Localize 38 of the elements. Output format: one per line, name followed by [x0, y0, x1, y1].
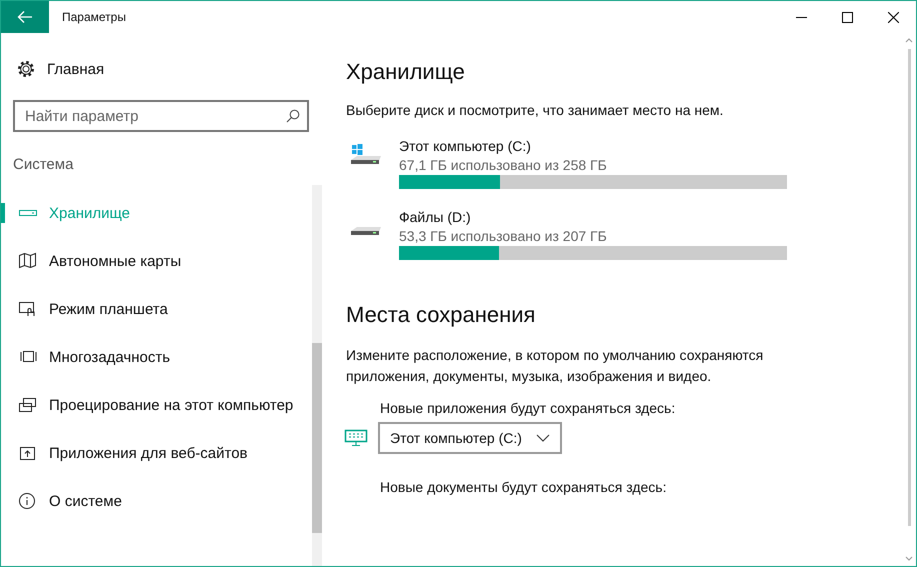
chevron-down-icon — [536, 434, 550, 442]
minimize-icon — [796, 16, 806, 18]
drive-usage: 53,3 ГБ использовано из 207 ГБ — [399, 228, 607, 244]
nav-item[interactable]: Приложения для веб-сайтов — [1, 429, 312, 477]
monitor-icon — [344, 429, 368, 447]
section-heading: Места сохранения — [346, 302, 536, 328]
maximize-icon — [842, 12, 852, 22]
nav-item[interactable]: Режим планшета — [1, 285, 312, 333]
gear-icon — [17, 60, 35, 78]
monitor-icon — [18, 396, 38, 414]
map-icon — [18, 252, 38, 270]
home-link[interactable]: Главная — [17, 60, 331, 78]
drive-name[interactable]: Этот компьютер (C:) — [399, 138, 531, 154]
drive-name[interactable]: Файлы (D:) — [399, 209, 471, 225]
drive-usage: 67,1 ГБ использовано из 258 ГБ — [399, 157, 607, 173]
nav-item[interactable]: Автономные карты — [1, 237, 312, 285]
setting-label: Новые документы будут сохраняться здесь: — [380, 479, 666, 495]
scrollbar[interactable] — [312, 185, 322, 566]
search-field[interactable]: Найти параметр — [13, 100, 309, 132]
nav-item[interactable]: Проецирование на этот компьютер — [1, 381, 312, 429]
nav-item[interactable]: О системе — [1, 477, 312, 525]
drive-icon — [351, 227, 381, 235]
window-title: Параметры — [62, 10, 126, 24]
search-icon — [286, 109, 300, 123]
info-icon — [18, 492, 38, 510]
description: Выберите диск и посмотрите, что занимает место на нем. — [346, 102, 724, 118]
scroll-down-icon — [905, 556, 913, 562]
setting-label: Новые приложения будут сохраняться здесь: — [380, 400, 676, 416]
description: Измените расположение, в котором по умолчанию сохраняются приложения, документы, музыка, изображения и видео. — [346, 346, 764, 386]
nav-item[interactable]: Многозадачность — [1, 333, 312, 381]
web-app-icon — [18, 444, 38, 462]
scroll-up-icon — [905, 37, 913, 43]
close-icon — [888, 12, 898, 22]
section-heading: Система — [13, 156, 74, 173]
back-button[interactable] — [1, 1, 49, 33]
drive-dropdown[interactable]: Этот компьютер (C:) — [378, 422, 562, 454]
back-arrow-icon — [17, 10, 33, 24]
page-heading: Хранилище — [346, 59, 466, 85]
